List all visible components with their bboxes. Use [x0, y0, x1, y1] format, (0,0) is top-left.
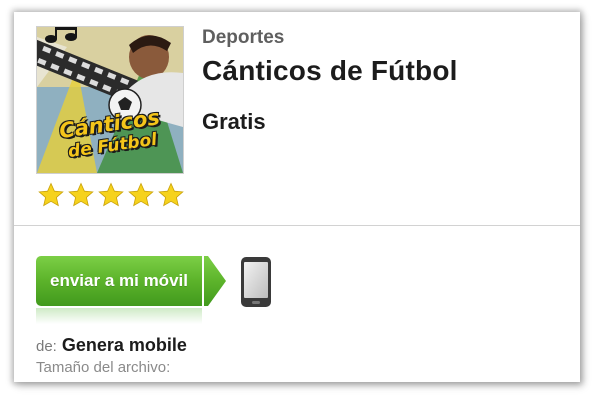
app-icon[interactable]: Cánticos de Fútbol	[36, 26, 184, 174]
star-icon	[38, 182, 64, 207]
app-title: Cánticos de Fútbol	[202, 55, 458, 86]
send-to-mobile-button[interactable]: enviar a mi móvil	[36, 256, 202, 306]
divider	[14, 225, 580, 226]
app-detail-card: Cánticos de Fútbol Deportes Cánticos de …	[14, 12, 580, 382]
star-icon	[68, 182, 94, 207]
star-icon	[158, 182, 184, 207]
developer-name[interactable]: Genera mobile	[62, 335, 187, 355]
arrow-right-icon	[204, 256, 226, 306]
star-icon	[128, 182, 154, 207]
mobile-phone-icon	[241, 257, 271, 307]
developer-prefix: de:	[36, 338, 57, 355]
developer-line: de: Genera mobile	[36, 335, 187, 356]
app-category[interactable]: Deportes	[202, 27, 284, 49]
button-reflection	[36, 308, 202, 324]
send-to-mobile-label: enviar a mi móvil	[50, 271, 188, 290]
app-price: Gratis	[202, 109, 266, 134]
rating-stars	[38, 182, 184, 208]
star-icon	[98, 182, 124, 207]
filesize-label: Tamaño del archivo:	[36, 359, 171, 376]
